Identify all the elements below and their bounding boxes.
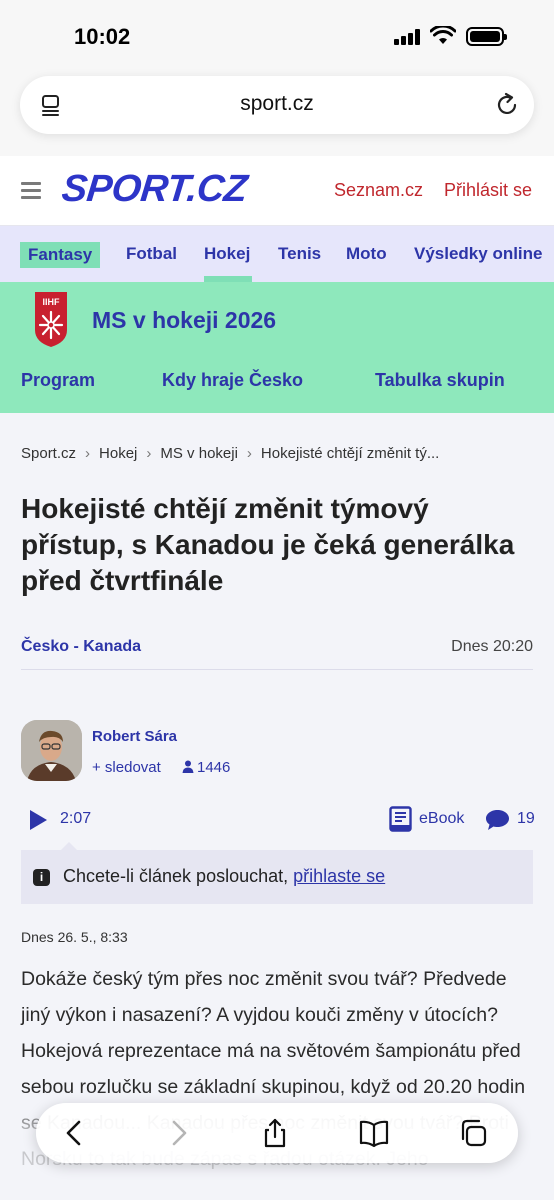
site-header: SPORT.CZ Seznam.cz Přihlásit se — [0, 156, 554, 226]
site-logo[interactable]: SPORT.CZ — [60, 168, 249, 211]
battery-icon — [466, 27, 507, 46]
status-bar: 10:02 — [0, 0, 554, 66]
breadcrumb-item[interactable]: Hokej — [99, 445, 137, 462]
nav-item-tenis[interactable]: Tenis — [278, 244, 321, 264]
iihf-emblem-icon[interactable]: IIHF — [32, 290, 70, 348]
listen-login-notice: i Chcete-li článek poslouchat, přihlaste… — [21, 842, 533, 904]
person-icon — [182, 760, 194, 773]
wifi-icon — [430, 26, 456, 44]
follow-button[interactable]: + sledovat — [92, 759, 161, 776]
author-avatar[interactable] — [21, 720, 82, 781]
info-icon: i — [33, 869, 50, 886]
nav-item-fotbal[interactable]: Fotbal — [126, 244, 177, 264]
browser-toolbar — [36, 1103, 518, 1163]
reload-icon[interactable] — [494, 92, 520, 118]
article-time: Dnes 20:20 — [451, 638, 533, 655]
nav-item-fantasy[interactable]: Fantasy — [20, 242, 101, 268]
nav-item-hokej[interactable]: Hokej — [204, 244, 250, 264]
article-date: Dnes 26. 5., 8:33 — [21, 929, 128, 945]
login-link[interactable]: Přihlásit se — [444, 180, 532, 201]
login-to-listen-link[interactable]: přihlaste se — [293, 866, 385, 886]
bookmarks-icon[interactable] — [359, 1118, 389, 1148]
breadcrumb: Sport.cz › Hokej › MS v hokeji › Hokejisté cht… — [21, 445, 439, 462]
breadcrumb-item[interactable]: MS v hokeji — [160, 445, 238, 462]
nav-item-vysledky[interactable]: Výsledky online — [414, 244, 543, 264]
followers-number: 1446 — [197, 759, 231, 776]
section-nav: Fantasy Fotbal Hokej Tenis Moto Výsledky… — [0, 226, 554, 282]
banner-title[interactable]: MS v hokeji 2026 — [92, 307, 276, 334]
comment-icon[interactable] — [485, 809, 510, 831]
address-bar[interactable]: sport.cz — [20, 76, 534, 134]
ebook-icon[interactable] — [389, 806, 412, 832]
banner-link-kdy-hraje[interactable]: Kdy hraje Česko — [162, 370, 303, 391]
play-icon[interactable] — [28, 809, 48, 831]
chevron-right-icon: › — [146, 445, 152, 462]
hamburger-menu-icon[interactable] — [21, 182, 41, 199]
forward-icon[interactable] — [163, 1118, 193, 1148]
back-icon[interactable] — [60, 1118, 90, 1148]
nav-item-moto[interactable]: Moto — [346, 244, 387, 264]
chevron-right-icon: › — [246, 445, 252, 462]
banner-link-tabulka[interactable]: Tabulka skupin — [375, 370, 505, 391]
browser-chrome: sport.cz — [0, 66, 554, 156]
banner-link-program[interactable]: Program — [21, 370, 95, 391]
cellular-signal-icon — [394, 29, 422, 45]
article-tag[interactable]: Česko - Kanada — [21, 638, 141, 656]
article: Sport.cz › Hokej › MS v hokeji › Hokejisté cht… — [0, 413, 554, 1200]
status-time: 10:02 — [74, 24, 131, 49]
url-text[interactable]: sport.cz — [20, 92, 534, 116]
ebook-button[interactable]: eBook — [419, 810, 464, 828]
author-name[interactable]: Robert Sára — [92, 728, 177, 745]
followers-count: 1446 — [182, 759, 230, 776]
tabs-icon[interactable] — [458, 1118, 488, 1148]
listen-prompt: Chcete-li článek poslouchat, — [63, 866, 294, 886]
tournament-banner: IIHF MS v hokeji 2026 Program Kdy hraje … — [0, 282, 554, 413]
article-headline: Hokejisté chtějí změnit týmový přístup, … — [21, 493, 515, 596]
listen-notice-text: Chcete-li článek poslouchat, přihlaste s… — [63, 866, 385, 887]
chevron-right-icon: › — [85, 445, 91, 462]
svg-text:IIHF: IIHF — [43, 297, 61, 307]
comments-count[interactable]: 19 — [517, 810, 535, 828]
share-icon[interactable] — [260, 1118, 290, 1148]
audio-duration[interactable]: 2:07 — [60, 810, 91, 828]
divider — [21, 669, 533, 670]
breadcrumb-current: Hokejisté chtějí změnit tý... — [260, 445, 440, 462]
breadcrumb-item[interactable]: Sport.cz — [21, 445, 76, 462]
seznam-link[interactable]: Seznam.cz — [334, 180, 423, 201]
